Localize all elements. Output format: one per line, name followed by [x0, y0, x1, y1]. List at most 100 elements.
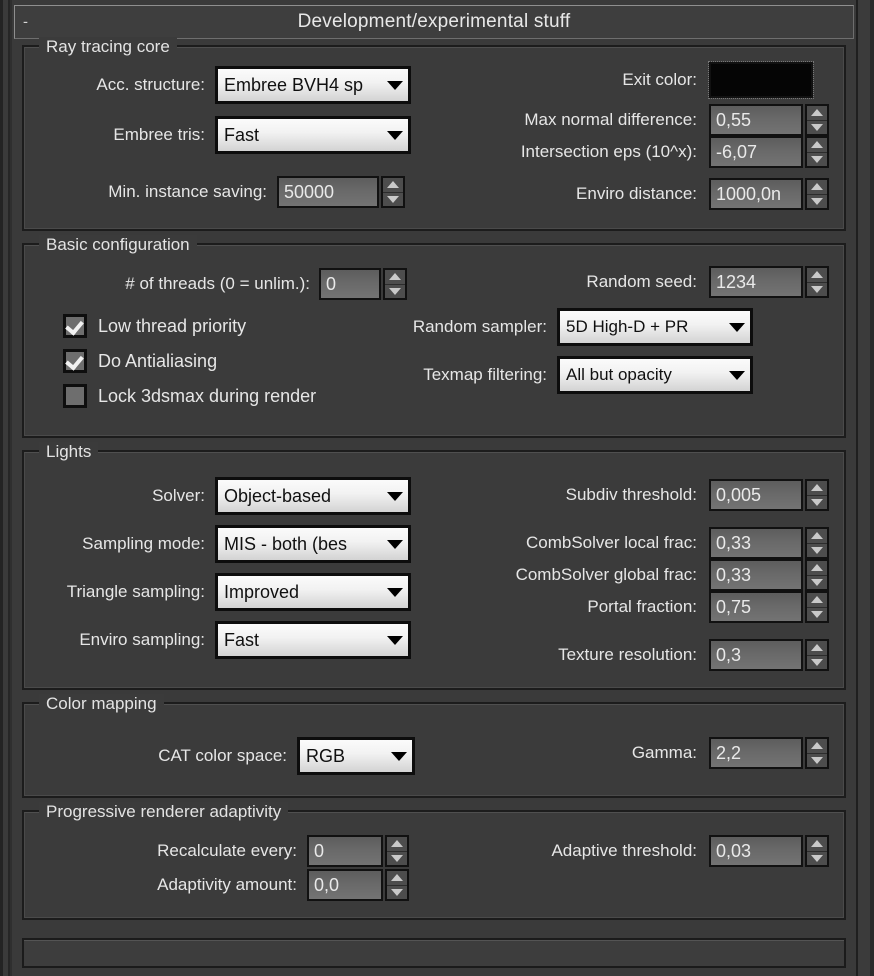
spinner-arrows[interactable]: [385, 869, 409, 901]
random-seed-input[interactable]: 1234: [709, 266, 803, 298]
num-threads-spinner[interactable]: 0: [319, 268, 407, 300]
spinner-down-icon[interactable]: [807, 194, 827, 208]
adaptive-threshold-spinner[interactable]: 0,03: [709, 835, 829, 867]
max-normal-difference-spinner[interactable]: 0,55: [709, 104, 829, 136]
spinner-arrows[interactable]: [805, 136, 829, 168]
spinner-arrows[interactable]: [805, 479, 829, 511]
checkbox-empty-icon[interactable]: [63, 384, 87, 408]
combsolver-local-frac-spinner[interactable]: 0,33: [709, 527, 829, 559]
recalculate-every-spinner[interactable]: 0: [307, 835, 409, 867]
min-instance-saving-spinner[interactable]: 50000: [277, 176, 405, 208]
checkbox-check-icon[interactable]: [63, 314, 87, 338]
adaptive-threshold-input[interactable]: 0,03: [709, 835, 803, 867]
spinner-up-icon[interactable]: [807, 106, 827, 121]
spinner-arrows[interactable]: [805, 527, 829, 559]
combsolver-global-frac-input[interactable]: 0,33: [709, 559, 803, 591]
checkbox-do-antialiasing[interactable]: Do Antialiasing: [63, 349, 217, 373]
spinner-arrows[interactable]: [805, 591, 829, 623]
spinner-up-icon[interactable]: [807, 529, 827, 544]
intersection-eps-spinner[interactable]: -6,07: [709, 136, 829, 168]
random-seed-spinner[interactable]: 1234: [709, 266, 829, 298]
solver-dropdown[interactable]: Object-based: [215, 477, 411, 515]
chevron-down-icon[interactable]: [386, 751, 412, 761]
spinner-up-icon[interactable]: [807, 481, 827, 496]
cat-color-space-dropdown[interactable]: RGB: [297, 737, 415, 775]
chevron-down-icon[interactable]: [382, 80, 408, 90]
spinner-up-icon[interactable]: [807, 739, 827, 754]
spinner-down-icon[interactable]: [807, 495, 827, 509]
spinner-arrows[interactable]: [383, 268, 407, 300]
spinner-arrows[interactable]: [805, 104, 829, 136]
checkbox-lock-3dsmax[interactable]: Lock 3dsmax during render: [63, 384, 316, 408]
spinner-up-icon[interactable]: [387, 871, 407, 886]
chevron-down-icon[interactable]: [382, 491, 408, 501]
checkbox-check-icon[interactable]: [63, 349, 87, 373]
spinner-up-icon[interactable]: [807, 837, 827, 852]
embree-tris-dropdown[interactable]: Fast: [215, 116, 411, 154]
spinner-down-icon[interactable]: [387, 851, 407, 865]
spinner-up-icon[interactable]: [807, 180, 827, 195]
spinner-arrows[interactable]: [805, 266, 829, 298]
collapse-minus-icon[interactable]: -: [23, 15, 28, 30]
chevron-down-icon[interactable]: [382, 587, 408, 597]
spinner-arrows[interactable]: [805, 639, 829, 671]
min-instance-saving-input[interactable]: 50000: [277, 176, 379, 208]
spinner-up-icon[interactable]: [807, 268, 827, 283]
checkbox-low-thread-priority[interactable]: Low thread priority: [63, 314, 246, 338]
spinner-down-icon[interactable]: [385, 284, 405, 298]
adaptivity-amount-spinner[interactable]: 0,0: [307, 869, 409, 901]
rollout-titlebar[interactable]: - Development/experimental stuff: [14, 5, 854, 39]
portal-fraction-spinner[interactable]: 0,75: [709, 591, 829, 623]
spinner-arrows[interactable]: [805, 559, 829, 591]
spinner-down-icon[interactable]: [807, 543, 827, 557]
portal-fraction-input[interactable]: 0,75: [709, 591, 803, 623]
exit-color-swatch[interactable]: [708, 61, 814, 99]
acc-structure-dropdown[interactable]: Embree BVH4 sp: [215, 66, 411, 104]
spinner-arrows[interactable]: [385, 835, 409, 867]
bottom-panel-bar[interactable]: [22, 938, 846, 968]
subdiv-threshold-input[interactable]: 0,005: [709, 479, 803, 511]
random-sampler-dropdown[interactable]: 5D High-D + PR: [557, 308, 753, 346]
combsolver-local-frac-input[interactable]: 0,33: [709, 527, 803, 559]
chevron-down-icon[interactable]: [382, 130, 408, 140]
chevron-down-icon[interactable]: [724, 322, 750, 332]
spinner-down-icon[interactable]: [387, 885, 407, 899]
spinner-up-icon[interactable]: [807, 138, 827, 153]
spinner-down-icon[interactable]: [807, 655, 827, 669]
enviro-distance-input[interactable]: 1000,0n: [709, 178, 803, 210]
enviro-sampling-dropdown[interactable]: Fast: [215, 621, 411, 659]
spinner-down-icon[interactable]: [807, 282, 827, 296]
texmap-filtering-dropdown[interactable]: All but opacity: [557, 356, 753, 394]
spinner-down-icon[interactable]: [807, 575, 827, 589]
spinner-down-icon[interactable]: [807, 120, 827, 134]
texture-resolution-spinner[interactable]: 0,3: [709, 639, 829, 671]
num-threads-input[interactable]: 0: [319, 268, 381, 300]
max-normal-difference-input[interactable]: 0,55: [709, 104, 803, 136]
window-right-scroll-strip[interactable]: [856, 0, 874, 976]
spinner-up-icon[interactable]: [385, 270, 405, 285]
spinner-up-icon[interactable]: [383, 178, 403, 193]
spinner-down-icon[interactable]: [807, 753, 827, 767]
enviro-distance-spinner[interactable]: 1000,0n: [709, 178, 829, 210]
gamma-input[interactable]: 2,2: [709, 737, 803, 769]
spinner-arrows[interactable]: [805, 737, 829, 769]
spinner-down-icon[interactable]: [807, 152, 827, 166]
spinner-up-icon[interactable]: [807, 561, 827, 576]
sampling-mode-dropdown[interactable]: MIS - both (bes: [215, 525, 411, 563]
texture-resolution-input[interactable]: 0,3: [709, 639, 803, 671]
chevron-down-icon[interactable]: [382, 539, 408, 549]
spinner-arrows[interactable]: [805, 835, 829, 867]
recalculate-every-input[interactable]: 0: [307, 835, 383, 867]
spinner-down-icon[interactable]: [807, 851, 827, 865]
triangle-sampling-dropdown[interactable]: Improved: [215, 573, 411, 611]
spinner-up-icon[interactable]: [807, 641, 827, 656]
chevron-down-icon[interactable]: [382, 635, 408, 645]
gamma-spinner[interactable]: 2,2: [709, 737, 829, 769]
spinner-down-icon[interactable]: [383, 192, 403, 206]
intersection-eps-input[interactable]: -6,07: [709, 136, 803, 168]
combsolver-global-frac-spinner[interactable]: 0,33: [709, 559, 829, 591]
spinner-up-icon[interactable]: [807, 593, 827, 608]
spinner-arrows[interactable]: [805, 178, 829, 210]
spinner-up-icon[interactable]: [387, 837, 407, 852]
subdiv-threshold-spinner[interactable]: 0,005: [709, 479, 829, 511]
